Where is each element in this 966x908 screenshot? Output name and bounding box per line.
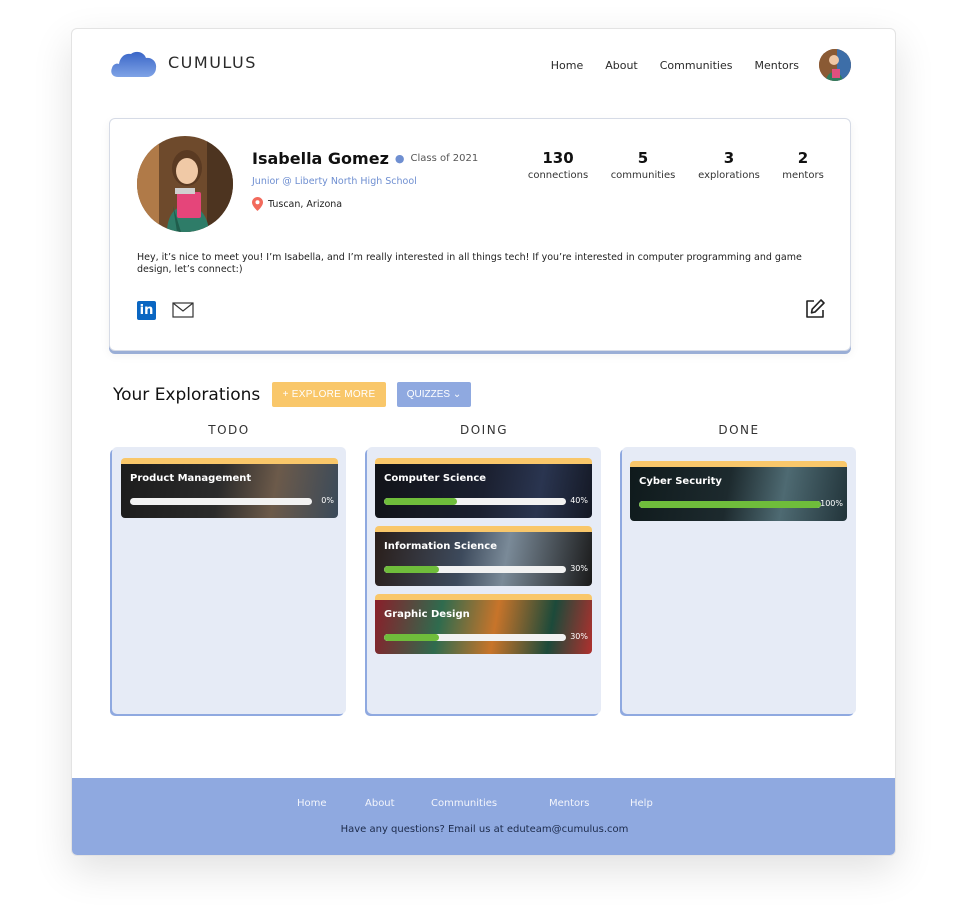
footer-link-help[interactable]: Help	[630, 798, 653, 809]
progress-fill	[639, 501, 821, 508]
school-link[interactable]: Junior @ Liberty North High School	[252, 176, 417, 187]
stat-explorations[interactable]: 3 explorations	[689, 149, 769, 181]
progress-track	[384, 566, 566, 573]
profile-photo-icon	[137, 136, 233, 232]
profile-name: Isabella Gomez	[252, 149, 389, 168]
card-title: Graphic Design	[384, 609, 470, 620]
user-avatar[interactable]	[819, 49, 851, 81]
stat-label: mentors	[782, 170, 824, 181]
stat-label: explorations	[698, 170, 760, 181]
profile-bio: Hey, it’s nice to meet you! I’m Isabella…	[137, 252, 802, 275]
column-heading-doing: DOING	[460, 423, 508, 437]
progress-label: 40%	[570, 496, 588, 505]
name-row: Isabella Gomez ● Class of 2021	[252, 149, 478, 168]
class-of: Class of 2021	[410, 153, 479, 164]
progress-label: 100%	[820, 499, 843, 508]
stat-value: 130	[542, 149, 574, 167]
top-nav: Home About Communities Mentors	[551, 59, 799, 72]
card-title: Computer Science	[384, 473, 487, 484]
stat-communities[interactable]: 5 communities	[603, 149, 683, 181]
progress-fill	[384, 566, 439, 573]
stat-value: 3	[723, 149, 735, 167]
location-text: Tuscan, Arizona	[268, 198, 343, 210]
app-window: CUMULUS Home About Communities Mentors I…	[71, 28, 896, 856]
nav-communities[interactable]: Communities	[660, 59, 733, 72]
footer-contact[interactable]: Have any questions? Email us at eduteam@…	[72, 824, 895, 835]
separator-dot-icon: ●	[394, 152, 405, 165]
progress-fill	[384, 498, 457, 505]
progress-label: 30%	[570, 564, 588, 573]
brand-name[interactable]: CUMULUS	[168, 53, 257, 72]
stat-value: 5	[637, 149, 649, 167]
location-pin-icon	[252, 197, 263, 211]
progress-track	[130, 498, 312, 505]
profile-photo	[137, 136, 233, 232]
card-title: Cyber Security	[639, 476, 722, 487]
footer-link-communities[interactable]: Communities	[431, 798, 497, 809]
footer-link-about[interactable]: About	[365, 798, 395, 809]
column-todo[interactable]: Product Management 0%	[112, 447, 346, 714]
nav-about[interactable]: About	[605, 59, 638, 72]
cloud-logo-icon[interactable]	[110, 47, 158, 79]
progress-label: 0%	[321, 496, 334, 505]
footer-link-mentors[interactable]: Mentors	[549, 798, 589, 809]
edit-icon[interactable]	[804, 298, 826, 320]
card-title: Information Science	[384, 541, 498, 552]
column-doing[interactable]: Computer Science 40% Information Science…	[367, 447, 601, 714]
avatar-photo-icon	[819, 49, 851, 81]
progress-track	[639, 501, 821, 508]
exploration-card-information-science[interactable]: Information Science 30%	[375, 526, 592, 586]
card-title: Product Management	[130, 473, 252, 484]
nav-mentors[interactable]: Mentors	[754, 59, 799, 72]
nav-home[interactable]: Home	[551, 59, 583, 72]
progress-track	[384, 634, 566, 641]
progress-track	[384, 498, 566, 505]
explore-more-button[interactable]: + EXPLORE MORE	[272, 382, 386, 407]
progress-fill	[384, 634, 439, 641]
location: Tuscan, Arizona	[252, 197, 342, 211]
quizzes-dropdown-button[interactable]: QUIZZES ⌄	[397, 382, 471, 407]
column-heading-done: DONE	[718, 423, 760, 437]
exploration-card-cyber-security[interactable]: Cyber Security 100%	[630, 461, 847, 521]
stat-mentors[interactable]: 2 mentors	[773, 149, 833, 181]
exploration-card-graphic-design[interactable]: Graphic Design 30%	[375, 594, 592, 654]
stat-connections[interactable]: 130 connections	[518, 149, 598, 181]
stat-label: communities	[610, 170, 676, 181]
exploration-card-product-management[interactable]: Product Management 0%	[121, 458, 338, 518]
explorations-title: Your Explorations	[113, 385, 261, 405]
exploration-card-computer-science[interactable]: Computer Science 40%	[375, 458, 592, 518]
stat-label: connections	[527, 170, 589, 181]
footer-link-home[interactable]: Home	[297, 798, 327, 809]
linkedin-icon[interactable]: in	[137, 301, 156, 320]
progress-label: 30%	[570, 632, 588, 641]
mail-icon[interactable]	[172, 302, 194, 318]
column-done[interactable]: Cyber Security 100%	[622, 447, 856, 714]
stat-value: 2	[797, 149, 809, 167]
footer: Home About Communities Mentors Help Have…	[72, 778, 895, 855]
profile-card: Isabella Gomez ● Class of 2021 Junior @ …	[109, 118, 851, 351]
column-heading-todo: TODO	[208, 423, 250, 437]
